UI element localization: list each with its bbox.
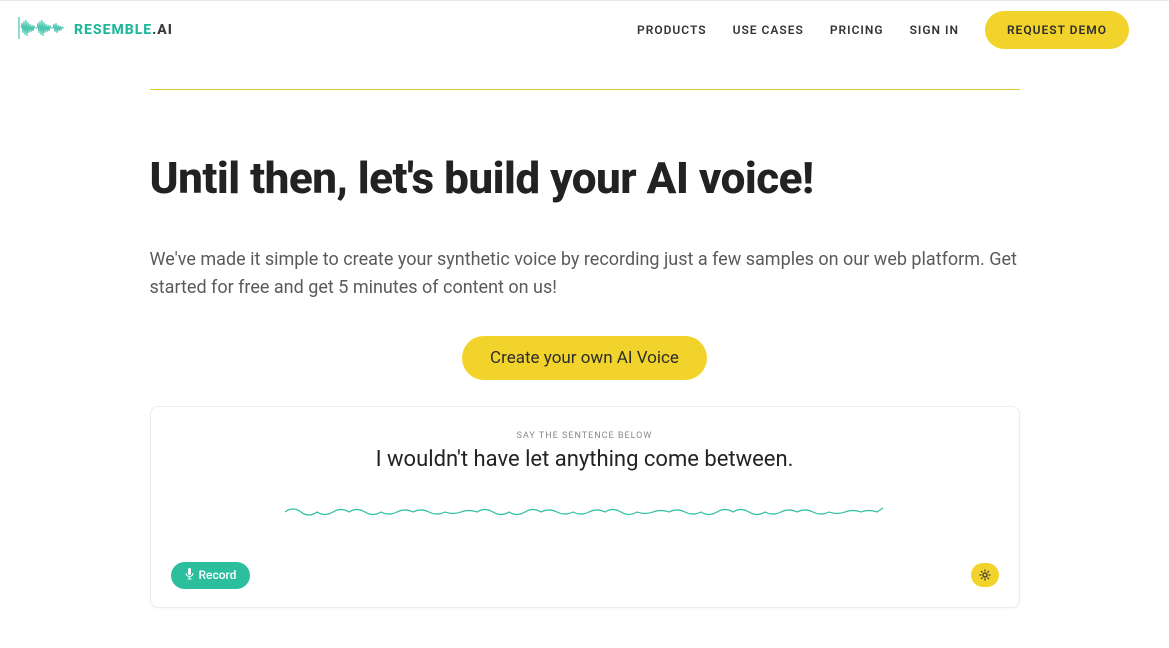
- logo-suffix: .AI: [152, 22, 173, 38]
- nav-pricing[interactable]: PRICING: [830, 23, 884, 37]
- recorder-card: SAY THE SENTENCE BELOW I wouldn't have l…: [150, 406, 1020, 608]
- logo-text: RESEMBLE.AI: [74, 22, 173, 38]
- recorder-actions: Record: [171, 562, 999, 589]
- page-subtext: We've made it simple to create your synt…: [150, 246, 1020, 302]
- logo-main: RESEMBLE: [74, 22, 152, 38]
- request-demo-button[interactable]: REQUEST DEMO: [985, 11, 1129, 49]
- record-button-label: Record: [199, 568, 237, 582]
- top-nav: RESEMBLE.AI PRODUCTS USE CASES PRICING S…: [0, 0, 1169, 59]
- main-nav: PRODUCTS USE CASES PRICING SIGN IN REQUE…: [637, 11, 1129, 49]
- waveform-logo-icon: [18, 15, 66, 45]
- prompt-label: SAY THE SENTENCE BELOW: [171, 431, 999, 441]
- main-content: Until then, let's build your AI voice! W…: [150, 59, 1020, 648]
- cta-row: Create your own AI Voice: [150, 336, 1020, 380]
- nav-sign-in[interactable]: SIGN IN: [910, 23, 959, 37]
- nav-products[interactable]: PRODUCTS: [637, 23, 707, 37]
- settings-button[interactable]: [971, 563, 999, 587]
- audio-waveform-icon: [285, 502, 885, 522]
- create-voice-button[interactable]: Create your own AI Voice: [462, 336, 707, 380]
- nav-use-cases[interactable]: USE CASES: [733, 23, 804, 37]
- microphone-icon: [185, 568, 194, 583]
- record-button[interactable]: Record: [171, 562, 251, 589]
- divider: [150, 89, 1020, 90]
- page-headline: Until then, let's build your AI voice!: [150, 152, 1020, 204]
- logo[interactable]: RESEMBLE.AI: [18, 15, 173, 45]
- prompt-sentence: I wouldn't have let anything come betwee…: [171, 447, 999, 472]
